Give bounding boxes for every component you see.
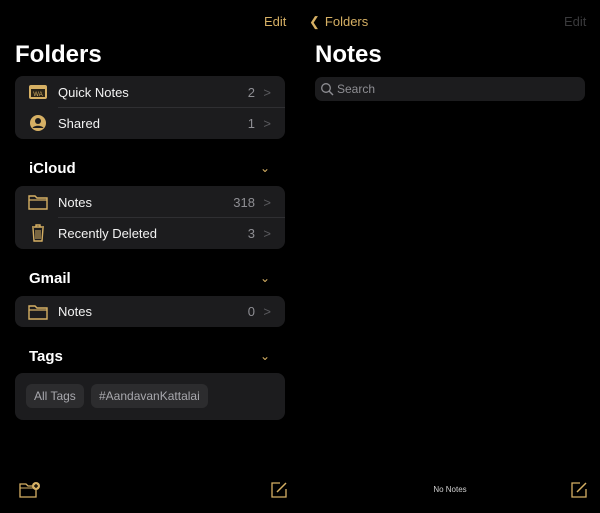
page-title: Folders [15, 41, 102, 68]
chevron-down-icon[interactable]: ⌄ [260, 349, 270, 363]
folder-row-quick-notes[interactable]: WA Quick Notes 2 > [15, 76, 285, 108]
search-icon [321, 83, 334, 96]
chevron-down-icon[interactable]: ⌄ [260, 161, 270, 175]
folder-count: 318 [233, 194, 255, 210]
chevron-right-icon: > [263, 84, 271, 100]
chevron-down-icon[interactable]: ⌄ [260, 271, 270, 285]
back-button[interactable]: ❮ Folders [309, 14, 368, 30]
edit-button[interactable]: Edit [264, 14, 286, 29]
new-folder-icon[interactable] [19, 481, 41, 499]
folder-row-shared[interactable]: Shared 1 > [15, 107, 285, 139]
svg-text:WA: WA [33, 92, 42, 98]
tags-card: All Tags #AandavanKattalai [15, 373, 285, 420]
folder-count: 0 [247, 304, 255, 319]
tag-chip-all-tags[interactable]: All Tags [26, 384, 84, 408]
folder-icon [28, 304, 48, 320]
folder-count: 1 [247, 115, 255, 131]
page-title: Notes [315, 41, 382, 68]
folders-panel: Edit Folders WA Quick Notes 2 > Shared 1… [0, 0, 300, 513]
quick-notes-icon: WA [29, 85, 47, 99]
section-header-icloud[interactable]: iCloud [29, 160, 76, 177]
search-placeholder: Search [337, 82, 376, 96]
compose-icon[interactable] [571, 481, 588, 498]
tag-chip[interactable]: #AandavanKattalai [91, 384, 208, 408]
trash-icon [32, 224, 44, 242]
folder-label: Notes [58, 194, 92, 210]
section-header-tags[interactable]: Tags [29, 348, 63, 365]
folder-label: Recently Deleted [58, 225, 157, 241]
chevron-right-icon: > [263, 115, 271, 131]
compose-icon[interactable] [271, 481, 288, 498]
chevron-left-icon: ❮ [309, 14, 320, 29]
folder-label: Shared [58, 115, 100, 131]
folder-icon [28, 195, 48, 210]
folder-row-recently-deleted[interactable]: Recently Deleted 3 > [15, 217, 285, 249]
folder-count: 3 [247, 225, 255, 241]
chevron-right-icon: > [263, 225, 271, 241]
shared-person-icon [30, 115, 46, 131]
notes-count-status: No Notes [433, 485, 467, 494]
folder-count: 2 [247, 84, 255, 100]
folder-label: Quick Notes [58, 84, 129, 100]
edit-button[interactable]: Edit [564, 14, 586, 29]
icloud-folders-card: Notes 318 > Recently Deleted 3 > [15, 186, 285, 249]
section-header-gmail[interactable]: Gmail [29, 270, 71, 287]
chevron-right-icon: > [263, 194, 271, 210]
notes-panel: ❮ Folders Edit Notes Search No Notes [300, 0, 600, 513]
back-label: Folders [324, 14, 369, 29]
gmail-folders-card: Notes 0 > [15, 296, 285, 327]
pinned-folders-card: WA Quick Notes 2 > Shared 1 > [15, 76, 285, 139]
folder-label: Notes [58, 304, 92, 319]
search-input[interactable]: Search [315, 77, 585, 101]
folder-row-gmail-notes[interactable]: Notes 0 > [15, 296, 285, 327]
chevron-right-icon: > [263, 304, 271, 319]
folder-row-icloud-notes[interactable]: Notes 318 > [15, 186, 285, 218]
